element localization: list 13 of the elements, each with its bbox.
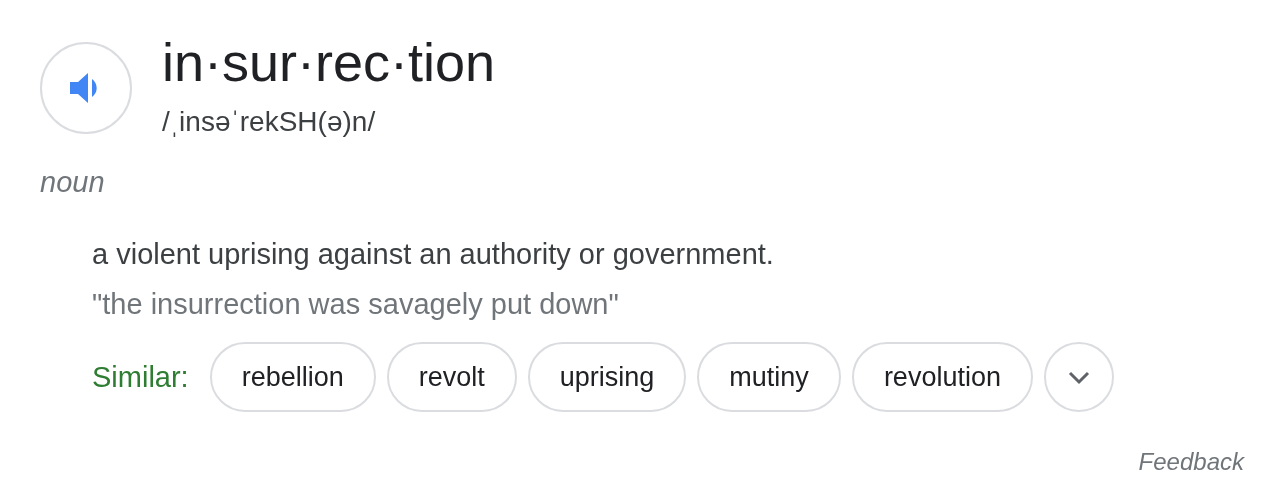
synonym-chip[interactable]: uprising xyxy=(527,342,687,412)
similar-label: Similar: xyxy=(92,360,189,394)
definition: a violent uprising against an authority or government. xyxy=(92,237,775,272)
synonym-chip[interactable]: mutiny xyxy=(697,342,841,412)
example-sentence: "the insurrection was savagely put down" xyxy=(92,287,620,322)
headword: in·sur·rec·tion xyxy=(162,31,496,94)
feedback-link[interactable]: Feedback xyxy=(1138,448,1244,476)
synonym-chip[interactable]: rebellion xyxy=(209,342,376,412)
chevron-down-icon xyxy=(1066,369,1091,385)
synonym-chip[interactable]: revolt xyxy=(386,342,517,412)
pronunciation: /ˌinsəˈrekSH(ə)n/ xyxy=(162,105,377,139)
synonym-chip[interactable]: revolution xyxy=(851,342,1033,412)
part-of-speech: noun xyxy=(40,165,106,200)
